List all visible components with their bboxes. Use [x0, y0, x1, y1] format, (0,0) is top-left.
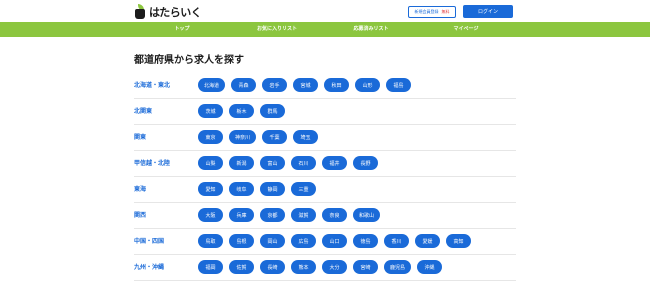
- prefecture-button[interactable]: 群馬: [260, 104, 285, 118]
- register-label: 新規会員登録: [414, 9, 439, 14]
- prefecture-button[interactable]: 秋田: [324, 78, 349, 92]
- region-row: 中国・四国 鳥取 島根 岡山 広島 山口 徳島 香川 愛媛 高知: [134, 229, 516, 255]
- region-row: 北関東 茨城 栃木 群馬: [134, 99, 516, 125]
- logo-leaf-icon: [134, 4, 147, 19]
- prefecture-button[interactable]: 岩手: [262, 78, 287, 92]
- login-button[interactable]: ログイン: [463, 5, 513, 18]
- prefecture-list: 福岡 佐賀 長崎 熊本 大分 宮崎 鹿児島 沖縄: [198, 260, 442, 274]
- region-label: 甲信越・北陸: [134, 160, 171, 167]
- prefecture-list: 大阪 兵庫 京都 滋賀 奈良 和歌山: [198, 208, 380, 222]
- prefecture-button[interactable]: 愛知: [198, 182, 223, 196]
- prefecture-button[interactable]: 奈良: [322, 208, 347, 222]
- prefecture-button[interactable]: 大阪: [198, 208, 223, 222]
- prefecture-button[interactable]: 埼玉: [293, 130, 318, 144]
- nav-item-top[interactable]: トップ: [174, 22, 189, 37]
- prefecture-button[interactable]: 長崎: [260, 260, 285, 274]
- prefecture-button[interactable]: 東京: [198, 130, 223, 144]
- prefecture-button[interactable]: 宮城: [293, 78, 318, 92]
- nav-item-mypage[interactable]: マイページ: [454, 22, 479, 37]
- prefecture-button[interactable]: 静岡: [260, 182, 285, 196]
- prefecture-button[interactable]: 高知: [446, 234, 471, 248]
- region-row: 関東 東京 神奈川 千葉 埼玉: [134, 125, 516, 151]
- prefecture-button[interactable]: 鳥取: [198, 234, 223, 248]
- prefecture-button[interactable]: 茨城: [198, 104, 223, 118]
- prefecture-button[interactable]: 北海道: [198, 78, 225, 92]
- prefecture-list: 愛知 岐阜 静岡 三重: [198, 182, 316, 196]
- prefecture-button[interactable]: 岐阜: [229, 182, 254, 196]
- region-label: 北関東: [134, 108, 153, 115]
- prefecture-button[interactable]: 岡山: [260, 234, 285, 248]
- prefecture-list: 鳥取 島根 岡山 広島 山口 徳島 香川 愛媛 高知: [198, 234, 471, 248]
- prefecture-list: 茨城 栃木 群馬: [198, 104, 285, 118]
- region-label: 九州・沖縄: [134, 264, 165, 271]
- prefecture-list: 東京 神奈川 千葉 埼玉: [198, 130, 318, 144]
- prefecture-button[interactable]: 滋賀: [291, 208, 316, 222]
- prefecture-button[interactable]: 熊本: [291, 260, 316, 274]
- region-row: 甲信越・北陸 山梨 新潟 富山 石川 福井 長野: [134, 151, 516, 177]
- global-nav: トップ お気に入りリスト 応募済みリスト マイページ: [0, 22, 650, 37]
- prefecture-button[interactable]: 鹿児島: [384, 260, 411, 274]
- prefecture-button[interactable]: 青森: [231, 78, 256, 92]
- region-row: 関西 大阪 兵庫 京都 滋賀 奈良 和歌山: [134, 203, 516, 229]
- prefecture-list: 北海道 青森 岩手 宮城 秋田 山形 福島: [198, 78, 411, 92]
- prefecture-button[interactable]: 佐賀: [229, 260, 254, 274]
- prefecture-button[interactable]: 徳島: [353, 234, 378, 248]
- prefecture-button[interactable]: 千葉: [262, 130, 287, 144]
- prefecture-list: 山梨 新潟 富山 石川 福井 長野: [198, 156, 378, 170]
- region-row: 北海道・東北 北海道 青森 岩手 宮城 秋田 山形 福島: [134, 73, 516, 99]
- nav-item-favorites[interactable]: お気に入りリスト: [257, 22, 297, 37]
- prefecture-button[interactable]: 新潟: [229, 156, 254, 170]
- prefecture-button[interactable]: 宮崎: [353, 260, 378, 274]
- prefecture-button[interactable]: 香川: [384, 234, 409, 248]
- prefecture-button[interactable]: 福島: [386, 78, 411, 92]
- site-header: はたらいく 新規会員登録 無料 ログイン: [0, 0, 650, 22]
- prefecture-button[interactable]: 愛媛: [415, 234, 440, 248]
- register-free-badge: 無料: [441, 9, 450, 14]
- prefecture-button[interactable]: 山口: [322, 234, 347, 248]
- region-label: 東海: [134, 186, 147, 193]
- prefecture-button[interactable]: 福井: [322, 156, 347, 170]
- prefecture-button[interactable]: 大分: [322, 260, 347, 274]
- prefecture-button[interactable]: 三重: [291, 182, 316, 196]
- prefecture-button[interactable]: 広島: [291, 234, 316, 248]
- region-row: 九州・沖縄 福岡 佐賀 長崎 熊本 大分 宮崎 鹿児島 沖縄: [134, 255, 516, 281]
- prefecture-button[interactable]: 栃木: [229, 104, 254, 118]
- region-label: 関西: [134, 212, 147, 219]
- prefecture-button[interactable]: 兵庫: [229, 208, 254, 222]
- nav-item-applied[interactable]: 応募済みリスト: [353, 22, 388, 37]
- prefecture-button[interactable]: 富山: [260, 156, 285, 170]
- prefecture-button[interactable]: 石川: [291, 156, 316, 170]
- prefecture-button[interactable]: 長野: [353, 156, 378, 170]
- prefecture-button[interactable]: 島根: [229, 234, 254, 248]
- prefecture-button[interactable]: 沖縄: [417, 260, 442, 274]
- register-button[interactable]: 新規会員登録 無料: [408, 6, 456, 18]
- region-row: 東海 愛知 岐阜 静岡 三重: [134, 177, 516, 203]
- prefecture-button[interactable]: 山形: [355, 78, 380, 92]
- prefecture-button[interactable]: 福岡: [198, 260, 223, 274]
- page-title: 都道府県から求人を探す: [134, 55, 244, 66]
- region-label: 関東: [134, 134, 147, 141]
- logo-text: はたらいく: [149, 5, 202, 19]
- prefecture-button[interactable]: 京都: [260, 208, 285, 222]
- prefecture-button[interactable]: 和歌山: [353, 208, 380, 222]
- region-label: 北海道・東北: [134, 82, 171, 89]
- prefecture-button[interactable]: 山梨: [198, 156, 223, 170]
- site-logo[interactable]: はたらいく: [134, 4, 202, 19]
- region-label: 中国・四国: [134, 238, 165, 245]
- prefecture-button[interactable]: 神奈川: [229, 130, 256, 144]
